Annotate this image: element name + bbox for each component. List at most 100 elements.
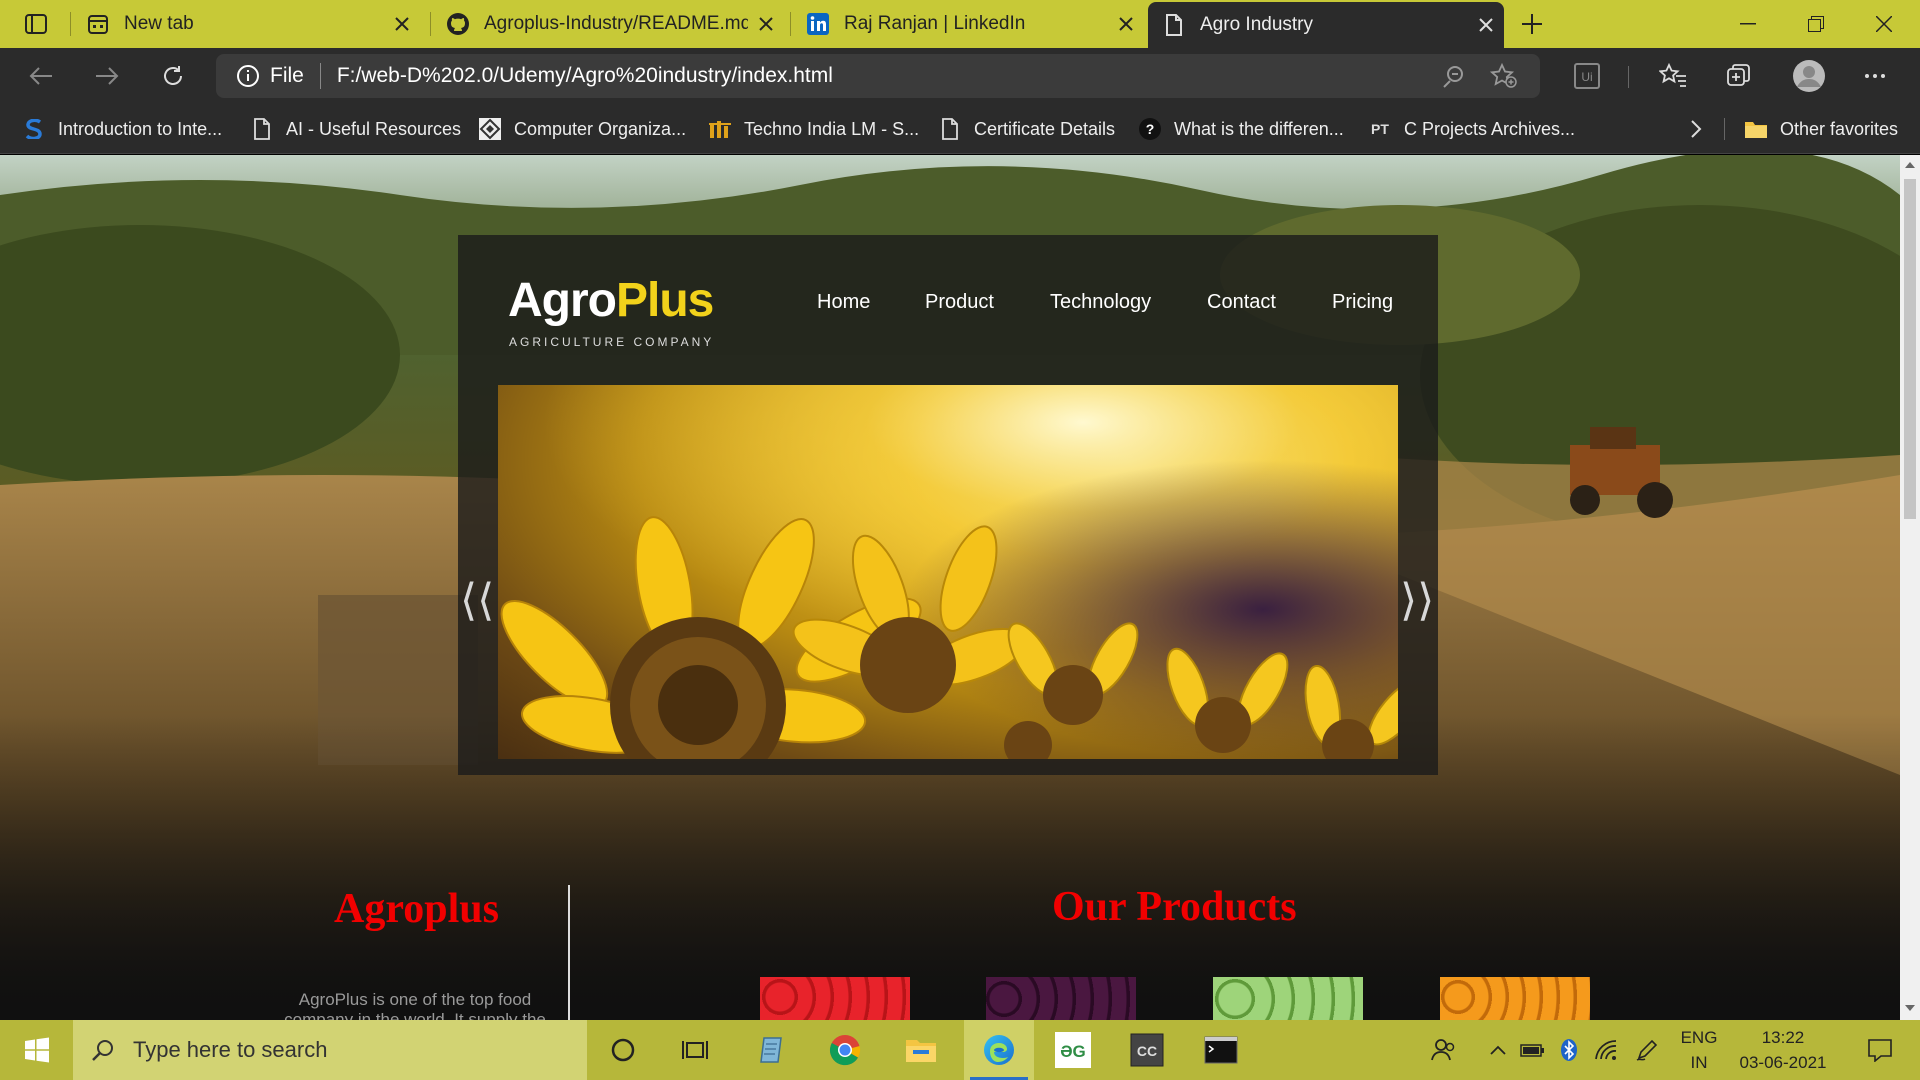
favorite-item[interactable]: Computer Organiza... (478, 104, 686, 154)
nav-contact[interactable]: Contact (1207, 291, 1276, 314)
favorites-bar: Introduction to Inte... AI - Useful Reso… (0, 104, 1920, 154)
products-heading: Our Products (1052, 884, 1297, 930)
taskbar-search-box[interactable]: Type here to search (73, 1020, 587, 1080)
notification-icon[interactable] (1850, 1020, 1910, 1080)
nav-pricing[interactable]: Pricing (1332, 291, 1393, 314)
scroll-up-icon[interactable] (1905, 161, 1915, 169)
add-favorite-icon[interactable] (1490, 63, 1518, 89)
folder-icon (1744, 117, 1768, 141)
tab-agro-industry[interactable]: Agro Industry (1148, 2, 1504, 48)
tab-label: Agro Industry (1200, 14, 1313, 35)
hero-section: AgroPlus AGRICULTURE COMPANY Home Produc… (458, 235, 1438, 775)
about-heading: Agroplus (334, 886, 499, 932)
chrome-icon[interactable] (812, 1020, 878, 1080)
favorites-icon[interactable] (1650, 54, 1696, 98)
favorite-item[interactable]: ? What is the differen... (1138, 104, 1344, 154)
favorite-label: AI - Useful Resources (286, 118, 462, 139)
toolbar-separator (1628, 66, 1629, 88)
close-tab-icon[interactable] (1108, 6, 1144, 42)
restore-button[interactable] (1782, 0, 1850, 48)
favorite-item[interactable]: AI - Useful Resources (250, 104, 461, 154)
slider-next-button[interactable]: ⟩⟩ (1400, 575, 1434, 626)
product-eggplants-image[interactable] (986, 977, 1136, 1020)
product-oranges-image[interactable] (1440, 977, 1590, 1020)
pen-icon[interactable] (1630, 1020, 1664, 1080)
search-placeholder: Type here to search (133, 1037, 328, 1062)
clock-time: 13:22 (1761, 1028, 1805, 1047)
slider-prev-button[interactable]: ⟨⟨ (460, 575, 494, 626)
omnibox[interactable]: File F:/web-D%202.0/Udemy/Agro%20industr… (216, 54, 1540, 98)
start-button[interactable] (2, 1020, 72, 1080)
tab-linkedin[interactable]: Raj Ranjan | LinkedIn (792, 0, 1144, 48)
tab-separator (70, 12, 71, 36)
new-tab-button[interactable] (1512, 4, 1552, 44)
tab-github-readme[interactable]: Agroplus-Industry/README.md (432, 0, 784, 48)
close-tab-icon[interactable] (1468, 7, 1504, 43)
wifi-icon[interactable] (1590, 1020, 1624, 1080)
language-indicator[interactable]: ENG IN (1670, 1020, 1728, 1080)
minimize-button[interactable] (1714, 0, 1782, 48)
codeblocks-icon[interactable]: CC (1114, 1020, 1180, 1080)
svg-text:Ui: Ui (1581, 70, 1592, 84)
favorites-overflow-icon[interactable] (1690, 104, 1702, 154)
favorite-item[interactable]: Introduction to Inte... (22, 104, 222, 154)
people-icon[interactable] (1424, 1020, 1464, 1080)
file-explorer-icon[interactable] (888, 1020, 954, 1080)
favorites-separator (1724, 118, 1725, 140)
favorite-label: Computer Organiza... (514, 118, 687, 139)
url-text[interactable]: F:/web-D%202.0/Udemy/Agro%20industry/ind… (337, 64, 1442, 88)
svg-text:PT: PT (1371, 121, 1389, 137)
tab-separator (790, 12, 791, 36)
notepad-icon[interactable] (738, 1020, 804, 1080)
other-favorites[interactable]: Other favorites (1744, 104, 1898, 154)
tab-new-tab[interactable]: New tab (72, 0, 420, 48)
extension-ui-icon[interactable]: Ui (1564, 54, 1610, 98)
favorite-item[interactable]: Certificate Details (938, 104, 1115, 154)
edge-icon[interactable] (964, 1020, 1034, 1080)
task-view-icon[interactable] (662, 1020, 728, 1080)
geeksforgeeks-icon[interactable]: ƏG (1040, 1020, 1106, 1080)
search-icon (91, 1038, 115, 1062)
product-cabbages-image[interactable] (1213, 977, 1363, 1020)
clock[interactable]: 13:22 03-06-2021 (1728, 1020, 1838, 1080)
site-logo[interactable]: AgroPlus (508, 273, 714, 328)
more-options-icon[interactable] (1852, 54, 1898, 98)
back-button[interactable] (18, 54, 64, 98)
close-window-button[interactable] (1850, 0, 1918, 48)
github-icon (446, 12, 470, 36)
page-scrollbar[interactable] (1900, 155, 1920, 1020)
nav-home[interactable]: Home (817, 291, 870, 314)
nav-product[interactable]: Product (925, 291, 994, 314)
refresh-button[interactable] (150, 54, 196, 98)
region-label: IN (1690, 1053, 1708, 1072)
windows-taskbar: Type here to search ƏG CC ENG IN 13:22 0… (0, 1020, 1920, 1080)
cortana-icon[interactable] (590, 1020, 656, 1080)
page-icon (938, 117, 962, 141)
nav-technology[interactable]: Technology (1050, 291, 1151, 314)
show-hidden-icons-chevron-up-icon[interactable] (1482, 1020, 1514, 1080)
scrollbar-thumb[interactable] (1904, 179, 1916, 519)
web-page: AgroPlus AGRICULTURE COMPANY Home Produc… (0, 155, 1900, 1020)
collections-icon[interactable] (1716, 54, 1762, 98)
forward-button[interactable] (84, 54, 130, 98)
new-tab-icon (86, 12, 110, 36)
favorite-label: Techno India LM - S... (744, 118, 920, 139)
favorite-label: Certificate Details (974, 118, 1116, 139)
logo-tagline: AGRICULTURE COMPANY (509, 335, 715, 349)
profile-avatar[interactable] (1786, 54, 1832, 98)
terminal-icon[interactable] (1188, 1020, 1254, 1080)
product-tomatoes-image[interactable] (760, 977, 910, 1020)
scroll-down-icon[interactable] (1905, 1004, 1915, 1012)
favorite-item[interactable]: Techno India LM - S... (708, 104, 919, 154)
tab-label: Raj Ranjan | LinkedIn (844, 13, 1026, 34)
zoom-out-icon[interactable] (1442, 64, 1466, 88)
svg-text:ƏG: ƏG (1060, 1042, 1086, 1061)
close-tab-icon[interactable] (748, 6, 784, 42)
info-icon[interactable] (236, 64, 260, 88)
slider-image-sunflowers (498, 385, 1398, 759)
favorite-item[interactable]: PT C Projects Archives... (1368, 104, 1575, 154)
battery-icon[interactable] (1516, 1020, 1550, 1080)
bluetooth-icon[interactable] (1554, 1020, 1584, 1080)
tab-actions-icon[interactable] (12, 0, 60, 48)
close-tab-icon[interactable] (384, 6, 420, 42)
